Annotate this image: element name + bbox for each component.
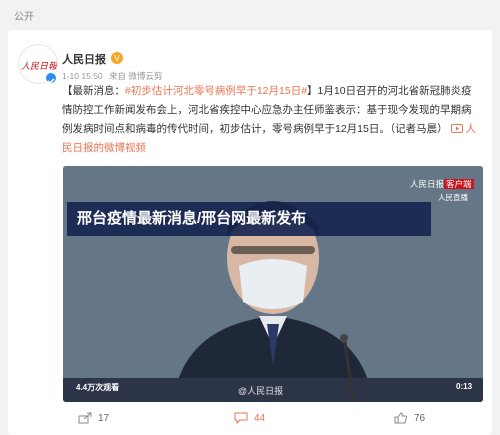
video-watermark: @人民日报 bbox=[238, 386, 284, 396]
share-icon bbox=[78, 412, 92, 424]
video-duration: 0:13 bbox=[456, 382, 473, 391]
verified-badge-icon bbox=[44, 71, 58, 85]
svg-text:V: V bbox=[114, 54, 120, 63]
channel-logo-suffix: 客户端 bbox=[444, 179, 474, 189]
channel-logo-name: 人民日报 bbox=[410, 179, 445, 189]
post-text: 【最新消息：#初步估计河北零号病例早于12月15日#】1月10日召开的河北省新冠… bbox=[62, 82, 476, 158]
comment-button[interactable]: 44 bbox=[234, 412, 265, 424]
post-source: 来自 微博云剪 bbox=[109, 71, 163, 81]
hashtag-link[interactable]: #初步估计河北零号病例早于12月15日# bbox=[125, 85, 307, 97]
channel-logo: 人民日报 客户端 人民直播 bbox=[410, 178, 474, 203]
overlay-title: 邢台疫情最新消息/邢台网最新发布 bbox=[67, 202, 431, 236]
gold-badge-icon: V bbox=[110, 51, 124, 65]
post-time[interactable]: 1-10 15:50 bbox=[62, 71, 103, 81]
post-meta: 1-10 15:50 来自 微博云剪 bbox=[62, 70, 162, 82]
video-link-icon bbox=[450, 124, 463, 133]
channel-sub: 人民直播 bbox=[438, 193, 468, 202]
comment-icon bbox=[234, 412, 248, 424]
video-views: 4.4万次观看 bbox=[76, 383, 120, 392]
thumbs-up-icon bbox=[394, 412, 407, 424]
author-name[interactable]: 人民日报 bbox=[62, 51, 106, 67]
like-count: 76 bbox=[414, 412, 426, 424]
like-button[interactable]: 76 bbox=[394, 412, 425, 424]
share-button[interactable]: 17 bbox=[78, 412, 109, 424]
share-count: 17 bbox=[98, 412, 110, 424]
visibility-label: 公开 bbox=[14, 12, 34, 23]
text-prefix: 【最新消息： bbox=[62, 85, 125, 97]
comment-count: 44 bbox=[254, 412, 266, 424]
